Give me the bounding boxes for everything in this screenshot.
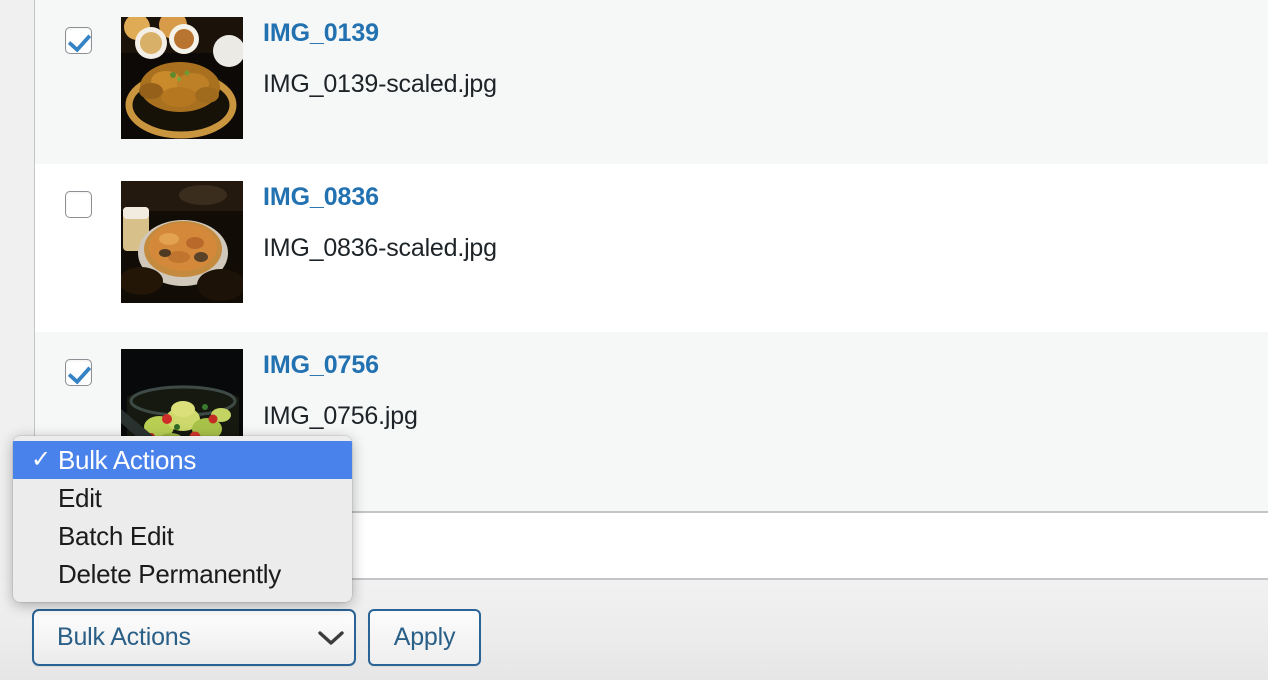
row-checkbox-cell [35, 0, 121, 54]
menu-item-edit[interactable]: Edit [13, 479, 352, 517]
bulk-actions-selected-value: Bulk Actions [57, 623, 191, 651]
row-thumbnail-cell [121, 164, 263, 303]
media-thumbnail[interactable] [121, 181, 243, 303]
row-title-cell: IMG_0756 IMG_0756.jpg [263, 332, 1268, 431]
menu-item-label: Bulk Actions [58, 444, 197, 475]
media-thumbnail[interactable] [121, 17, 243, 139]
row-title-cell: IMG_0836 IMG_0836-scaled.jpg [263, 164, 1268, 263]
menu-item-batch-edit[interactable]: Batch Edit [13, 517, 352, 555]
chevron-down-icon [308, 630, 354, 646]
apply-button[interactable]: Apply [368, 609, 481, 666]
row-checkbox-cell [35, 164, 121, 218]
media-title-link[interactable]: IMG_0756 [263, 351, 1268, 381]
select-row-checkbox[interactable] [64, 27, 92, 54]
menu-item-bulk-actions[interactable]: ✓ Bulk Actions [13, 441, 352, 479]
menu-item-delete-permanently[interactable]: Delete Permanently [13, 555, 352, 593]
menu-item-label: Delete Permanently [58, 558, 281, 589]
bulk-actions-select[interactable]: Bulk Actions [32, 609, 356, 666]
select-row-checkbox[interactable] [64, 359, 92, 386]
table-row[interactable]: IMG_0836 IMG_0836-scaled.jpg [35, 164, 1268, 332]
menu-item-label: Batch Edit [58, 520, 174, 551]
media-library-page: IMG_0139 IMG_0139-scaled.jpg IMG_0836 IM… [0, 0, 1268, 680]
media-filename: IMG_0836-scaled.jpg [263, 233, 497, 262]
row-title-cell: IMG_0139 IMG_0139-scaled.jpg [263, 0, 1268, 99]
media-filename: IMG_0756.jpg [263, 401, 418, 430]
select-row-checkbox[interactable] [64, 191, 92, 218]
media-title-link[interactable]: IMG_0836 [263, 183, 1268, 213]
media-filename: IMG_0139-scaled.jpg [263, 69, 497, 98]
check-icon: ✓ [31, 446, 51, 473]
row-checkbox-cell [35, 332, 121, 386]
media-title-link[interactable]: IMG_0139 [263, 19, 1268, 49]
table-row[interactable]: IMG_0139 IMG_0139-scaled.jpg [35, 0, 1268, 164]
row-thumbnail-cell [121, 0, 263, 139]
menu-item-label: Edit [58, 482, 102, 513]
media-list-table: IMG_0139 IMG_0139-scaled.jpg IMG_0836 IM… [34, 0, 1268, 511]
bulk-actions-dropdown-menu[interactable]: ✓ Bulk Actions Edit Batch Edit Delete Pe… [13, 436, 352, 602]
